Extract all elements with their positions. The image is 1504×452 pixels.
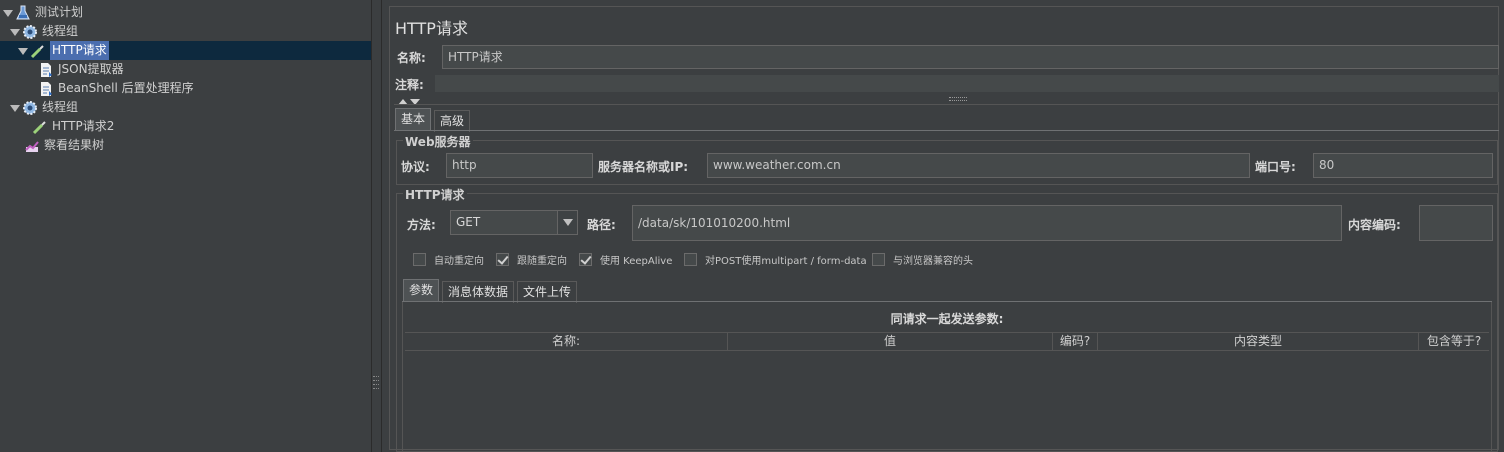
tab-underline: [394, 130, 1499, 131]
chevron-down-icon[interactable]: [557, 211, 577, 234]
browser-compatible-headers-checkbox[interactable]: 与浏览器兼容的头: [872, 252, 973, 267]
checkbox-box[interactable]: [496, 253, 509, 266]
tree-node-http-request-2[interactable]: HTTP请求2: [32, 117, 114, 136]
tree-node-http-request[interactable]: HTTP请求: [0, 41, 371, 60]
parameters-caption: 同请求一起发送参数:: [890, 312, 1004, 326]
column-header-value[interactable]: 值: [728, 333, 1053, 351]
column-header-include-equals[interactable]: 包含等于?: [1419, 333, 1489, 351]
document-icon: [38, 62, 54, 78]
tree-node-thread-group[interactable]: 线程组: [10, 22, 78, 41]
pipette-icon: [30, 43, 46, 59]
gear-icon: [22, 24, 38, 40]
tree-node-test-plan[interactable]: 测试计划: [3, 3, 83, 22]
checkbox-label: 跟随重定向: [517, 256, 567, 267]
tab-parameters[interactable]: 参数: [403, 279, 440, 301]
tree-node-label: HTTP请求2: [52, 119, 115, 133]
expand-toggle-icon[interactable]: [10, 27, 20, 37]
checkbox-label: 自动重定向: [434, 256, 484, 267]
tree-node-label: 线程组: [42, 24, 79, 38]
method-select[interactable]: GET: [450, 210, 578, 235]
column-header-content-type[interactable]: 内容类型: [1098, 333, 1419, 351]
server-field[interactable]: www.weather.com.cn: [707, 153, 1250, 178]
tree-node-label: 察看结果树: [44, 138, 105, 152]
comment-field[interactable]: [435, 75, 1499, 92]
tab-basic[interactable]: 基本: [395, 108, 432, 130]
path-label: 路径:: [587, 218, 616, 232]
http-sampler-panel: HTTP请求 名称: HTTP请求 注释: 基本 高级 Web服务器 协议: h…: [383, 0, 1504, 452]
port-field[interactable]: 80: [1313, 153, 1493, 178]
tree-node-label: JSON提取器: [58, 62, 124, 76]
flask-icon: [15, 5, 31, 21]
separator: [394, 104, 1499, 105]
checkbox-label: 使用 KeepAlive: [600, 256, 673, 267]
checkbox-box[interactable]: [684, 253, 697, 266]
method-label: 方法:: [407, 218, 436, 232]
multipart-checkbox[interactable]: 对POST使用multipart / form-data: [684, 252, 867, 267]
tree-node-label: 线程组: [42, 100, 79, 114]
tree-node-beanshell-postprocessor[interactable]: BeanShell 后置处理程序: [38, 79, 194, 98]
comment-label: 注释:: [395, 78, 424, 92]
follow-redirects-checkbox[interactable]: 跟随重定向: [496, 252, 567, 267]
expand-toggle-icon[interactable]: [3, 8, 13, 18]
path-field[interactable]: /data/sk/101010200.html: [632, 205, 1342, 241]
divider-grip-icon[interactable]: [373, 376, 379, 394]
method-select-value: GET: [456, 215, 481, 229]
test-plan-tree: 测试计划 线程组 HTTP请求 JSON提取器 BeanShell 后置处理程序: [0, 0, 371, 452]
checkbox-box[interactable]: [872, 253, 885, 266]
checkbox-label: 与浏览器兼容的头: [893, 256, 973, 267]
checkbox-label: 对POST使用multipart / form-data: [705, 256, 867, 267]
name-field[interactable]: HTTP请求: [442, 45, 1499, 69]
checkbox-box[interactable]: [413, 253, 426, 266]
parameters-table[interactable]: 名称: 值 编码? 内容类型 包含等于?: [405, 332, 1489, 450]
expand-toggle-icon[interactable]: [18, 46, 28, 56]
document-icon: [38, 81, 54, 97]
column-header-name[interactable]: 名称:: [405, 333, 728, 351]
protocol-label: 协议:: [401, 160, 430, 174]
web-server-group-title: Web服务器: [403, 133, 473, 150]
name-label: 名称:: [397, 51, 426, 65]
tree-node-json-extractor[interactable]: JSON提取器: [38, 60, 124, 79]
tab-body-data[interactable]: 消息体数据: [442, 281, 515, 303]
column-header-encode[interactable]: 编码?: [1053, 333, 1098, 351]
http-request-group-title: HTTP请求: [403, 186, 467, 203]
keepalive-checkbox[interactable]: 使用 KeepAlive: [579, 252, 672, 267]
protocol-field[interactable]: http: [446, 153, 593, 178]
expand-toggle-icon[interactable]: [10, 103, 20, 113]
collapse-arrows-icon[interactable]: [397, 95, 423, 109]
tab-advanced[interactable]: 高级: [434, 110, 471, 132]
page-title: HTTP请求: [395, 19, 468, 38]
pipette-icon: [32, 119, 48, 135]
tree-node-label: BeanShell 后置处理程序: [58, 81, 194, 95]
encoding-field[interactable]: [1419, 205, 1493, 241]
port-label: 端口号:: [1255, 160, 1296, 174]
auto-redirect-checkbox[interactable]: 自动重定向: [413, 252, 484, 267]
checkbox-box[interactable]: [579, 253, 592, 266]
encoding-label: 内容编码:: [1348, 218, 1401, 232]
tree-node-view-results-tree[interactable]: 察看结果树: [24, 136, 104, 155]
parameters-pane: 同请求一起发送参数: 名称: 值 编码? 内容类型 包含等于?: [402, 302, 1492, 452]
tab-file-upload[interactable]: 文件上传: [517, 281, 578, 303]
server-label: 服务器名称或IP:: [598, 160, 689, 174]
tree-node-thread-group-2[interactable]: 线程组: [10, 98, 78, 117]
tree-node-label: 测试计划: [35, 5, 84, 19]
chart-icon: [24, 138, 40, 154]
gear-icon: [22, 100, 38, 116]
splitter-grip-icon[interactable]: [949, 97, 967, 101]
tree-node-label: HTTP请求: [50, 41, 109, 60]
